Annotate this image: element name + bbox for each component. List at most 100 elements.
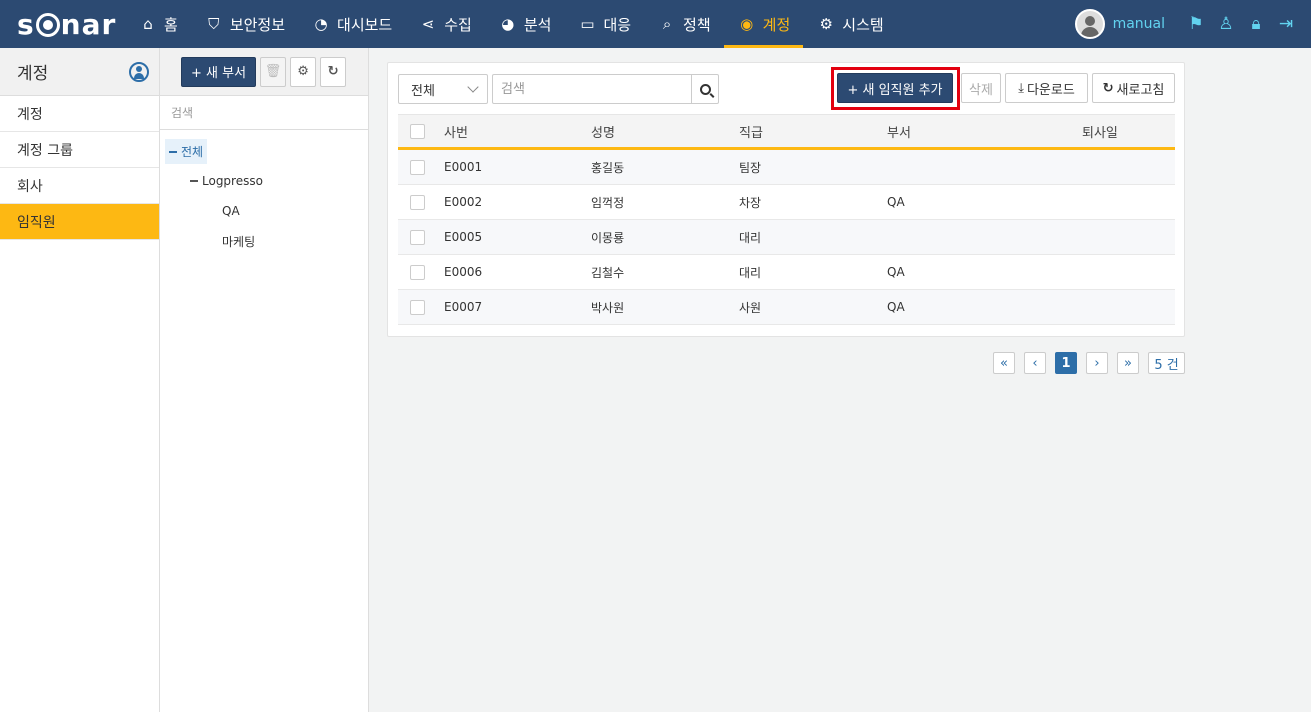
- table-row[interactable]: E0001 홍길동 팀장: [398, 150, 1175, 185]
- column-header-rank[interactable]: 직급: [739, 115, 763, 147]
- cell-rank: 사원: [739, 300, 762, 315]
- menu-item-dashboard[interactable]: ◔ 대시보드: [298, 0, 405, 48]
- tree-toolbar: + 새 부서 🗑︎ ⚙ ↻: [160, 48, 368, 96]
- search-box: [492, 74, 719, 104]
- delete-department-button[interactable]: 🗑︎: [260, 56, 287, 87]
- cell-id: E0005: [444, 230, 483, 244]
- username[interactable]: manual: [1113, 16, 1165, 32]
- row-checkbox[interactable]: [410, 299, 425, 315]
- filter-select[interactable]: 전체: [398, 74, 488, 104]
- cell-name: 홍길동: [591, 160, 625, 175]
- tree-refresh-button[interactable]: ↻: [320, 56, 347, 87]
- refresh-icon: ↻: [327, 64, 339, 79]
- row-checkbox[interactable]: [410, 264, 425, 280]
- column-header-department[interactable]: 부서: [887, 115, 911, 147]
- sidebar-item-employees[interactable]: 임직원: [0, 204, 159, 240]
- menu-item-analysis[interactable]: ◕ 분석: [485, 0, 565, 48]
- cell-id: E0006: [444, 265, 483, 279]
- menu-item-response[interactable]: ▭ 대응: [564, 0, 644, 48]
- tree-search: [160, 96, 368, 130]
- search-button[interactable]: [691, 75, 718, 103]
- department-tree-panel: + 새 부서 🗑︎ ⚙ ↻ 전체 Logpresso QA 마케팅: [160, 48, 369, 712]
- column-header-name[interactable]: 성명: [591, 115, 615, 147]
- row-checkbox[interactable]: [410, 159, 425, 175]
- last-page-button[interactable]: »: [1117, 352, 1139, 374]
- employee-table: 사번 성명 직급 부서 퇴사일 E0001 홍길동 팀장 E0002 임꺽정 차…: [398, 114, 1175, 325]
- cell-rank: 팀장: [739, 160, 762, 175]
- gear-icon: ⚙: [819, 15, 833, 33]
- table-row[interactable]: E0002 임꺽정 차장 QA: [398, 185, 1175, 220]
- row-checkbox[interactable]: [410, 194, 425, 210]
- menu-item-account[interactable]: ◉ 계정: [723, 0, 804, 48]
- refresh-button[interactable]: ↻ 새로고침: [1092, 73, 1175, 103]
- menu-item-security-info[interactable]: ⛉ 보안정보: [191, 0, 298, 48]
- collapse-icon: [169, 150, 177, 153]
- search-icon: [699, 83, 711, 95]
- total-count: 5 건: [1148, 352, 1185, 374]
- tree-node-qa[interactable]: QA: [222, 204, 240, 218]
- column-header-id[interactable]: 사번: [444, 115, 468, 147]
- main-menu: ⌂ 홈 ⛉ 보안정보 ◔ 대시보드 ⋖ 수집 ◕ 분석 ▭ 대응 ⌕ 정책 ◉: [125, 0, 897, 48]
- top-navbar: s nar ⌂ 홈 ⛉ 보안정보 ◔ 대시보드 ⋖ 수집 ◕ 분석 ▭ 대응 ⌕ …: [0, 0, 1311, 48]
- dashboard-icon: ◔: [314, 15, 328, 33]
- sidebar-item-account-group[interactable]: 계정 그룹: [0, 132, 159, 168]
- avatar[interactable]: [1074, 9, 1105, 39]
- search-icon: ⌕: [662, 15, 672, 33]
- cell-rank: 대리: [739, 265, 762, 280]
- tree-node-all[interactable]: 전체: [165, 139, 208, 164]
- cell-department: QA: [887, 195, 905, 209]
- download-button[interactable]: ⤓ 다운로드: [1005, 73, 1088, 103]
- gear-icon: ⚙: [297, 64, 309, 79]
- table-row[interactable]: E0007 박사원 사원 QA: [398, 290, 1175, 325]
- user-icon[interactable]: ♙: [1215, 13, 1237, 35]
- laptop-icon: ▭: [580, 15, 595, 33]
- prev-page-button[interactable]: ‹: [1024, 352, 1046, 374]
- table-body: E0001 홍길동 팀장 E0002 임꺽정 차장 QA E0005 이몽룡 대…: [398, 150, 1175, 325]
- tree-node-logpresso[interactable]: Logpresso: [190, 174, 263, 188]
- table-header: 사번 성명 직급 부서 퇴사일: [398, 114, 1175, 150]
- cell-department: QA: [887, 265, 905, 279]
- page-button-current[interactable]: 1: [1055, 352, 1077, 374]
- row-checkbox[interactable]: [410, 229, 425, 245]
- delete-button[interactable]: 삭제: [961, 73, 1001, 103]
- chevron-down-icon: [467, 81, 479, 93]
- menu-item-collect[interactable]: ⋖ 수집: [405, 0, 485, 48]
- logout-icon[interactable]: ⇥: [1275, 13, 1297, 35]
- sidebar-header: 계정: [0, 48, 159, 96]
- employee-list-card: 전체 + 새 임직원 추가 삭제 ⤓ 다운로드 ↻ 새로고침 사번 성명 직급 …: [387, 62, 1185, 337]
- cell-department: QA: [887, 300, 905, 314]
- sidebar: 계정 계정 계정 그룹 회사 임직원: [0, 48, 160, 712]
- menu-item-policy[interactable]: ⌕ 정책: [644, 0, 724, 48]
- cell-rank: 차장: [739, 195, 762, 210]
- next-page-button[interactable]: ›: [1086, 352, 1108, 374]
- refresh-icon: ↻: [1102, 80, 1114, 96]
- cell-name: 임꺽정: [591, 195, 625, 210]
- first-page-button[interactable]: «: [993, 352, 1015, 374]
- department-settings-button[interactable]: ⚙: [290, 56, 317, 87]
- cell-id: E0002: [444, 195, 483, 209]
- table-row[interactable]: E0005 이몽룡 대리: [398, 220, 1175, 255]
- sidebar-item-account[interactable]: 계정: [0, 96, 159, 132]
- select-all-checkbox[interactable]: [410, 123, 425, 139]
- sidebar-item-company[interactable]: 회사: [0, 168, 159, 204]
- cell-rank: 대리: [739, 230, 762, 245]
- search-input[interactable]: [493, 75, 691, 103]
- download-icon: ⤓: [1018, 80, 1024, 96]
- table-row[interactable]: E0006 김철수 대리 QA: [398, 255, 1175, 290]
- user-area: manual ⚑ ♙ 🔒︎ ⇥: [1074, 0, 1311, 48]
- add-employee-button[interactable]: + 새 임직원 추가: [837, 73, 953, 103]
- cell-id: E0001: [444, 160, 483, 174]
- menu-item-system[interactable]: ⚙ 시스템: [803, 0, 896, 48]
- sonar-logo[interactable]: s nar: [0, 0, 125, 48]
- tree-search-input[interactable]: [171, 105, 351, 120]
- ticket-icon[interactable]: ⚑: [1185, 13, 1207, 35]
- share-icon: ⋖: [421, 15, 435, 33]
- lock-icon[interactable]: 🔒︎: [1245, 13, 1267, 35]
- trash-icon: 🗑︎: [264, 64, 282, 79]
- pie-chart-icon: ◕: [501, 15, 515, 33]
- menu-item-home[interactable]: ⌂ 홈: [125, 0, 191, 48]
- collapse-icon: [190, 180, 198, 182]
- column-header-resign-date[interactable]: 퇴사일: [1082, 115, 1118, 147]
- new-department-button[interactable]: + 새 부서: [181, 56, 257, 87]
- tree-node-marketing[interactable]: 마케팅: [222, 233, 255, 250]
